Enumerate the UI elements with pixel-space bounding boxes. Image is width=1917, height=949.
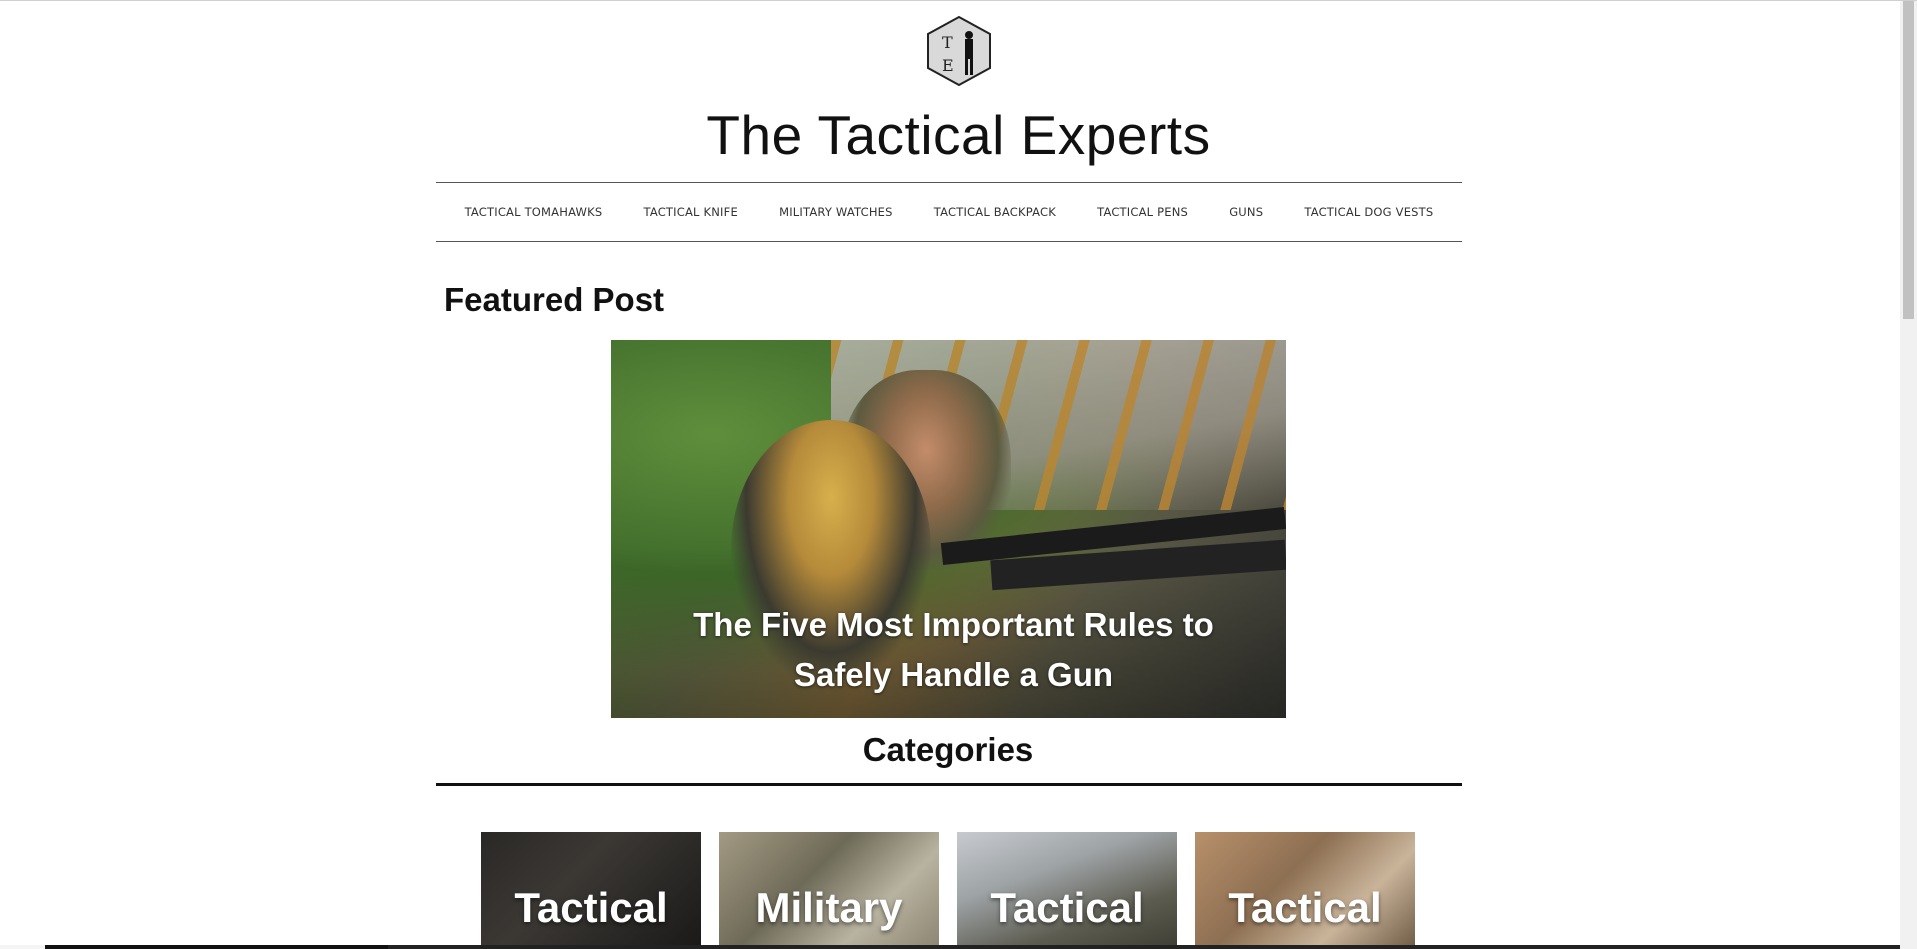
- nav-item-tactical-pens[interactable]: TACTICAL PENS: [1097, 205, 1188, 219]
- category-tile-tactical-3[interactable]: Tactical: [1195, 832, 1415, 949]
- bottom-edge-bar: [0, 945, 1900, 949]
- featured-post-card[interactable]: The Five Most Important Rules to Safely …: [611, 340, 1286, 718]
- category-tile-tactical-2[interactable]: Tactical: [957, 832, 1177, 949]
- category-tile-label: Tactical: [1228, 884, 1382, 931]
- nav-item-tactical-knife[interactable]: TACTICAL KNIFE: [644, 205, 738, 219]
- category-tile-label: Military: [755, 884, 903, 931]
- nav-item-tactical-tomahawks[interactable]: TACTICAL TOMAHAWKS: [465, 205, 603, 219]
- bottom-edge-segment: [0, 945, 45, 949]
- site-title[interactable]: The Tactical Experts: [0, 103, 1917, 167]
- site-logo[interactable]: T E: [925, 15, 993, 87]
- nav-item-military-watches[interactable]: MILITARY WATCHES: [779, 205, 893, 219]
- svg-text:E: E: [942, 56, 954, 75]
- main-nav: TACTICAL TOMAHAWKS TACTICAL KNIFE MILITA…: [436, 182, 1462, 242]
- category-tiles: Tactical Military Tactical Tactical: [481, 832, 1415, 949]
- vertical-scrollbar[interactable]: [1900, 1, 1917, 949]
- category-tile-label: Tactical: [514, 884, 668, 931]
- scrollbar-thumb[interactable]: [1903, 1, 1914, 319]
- categories-heading: Categories: [862, 731, 1034, 768]
- bottom-edge-segment: [388, 945, 1900, 949]
- category-tile-military[interactable]: Military: [719, 832, 939, 949]
- hexagon-logo-icon: T E: [927, 15, 991, 87]
- categories-divider: [436, 783, 1462, 786]
- nav-item-tactical-backpack[interactable]: TACTICAL BACKPACK: [934, 205, 1056, 219]
- nav-item-guns[interactable]: GUNS: [1229, 205, 1263, 219]
- featured-post-heading: Featured Post: [444, 281, 665, 318]
- page: T E The Tactical Experts TACTICAL TOMAHA…: [0, 0, 1917, 949]
- category-tile-label: Tactical: [990, 884, 1144, 931]
- svg-text:T: T: [942, 33, 953, 52]
- featured-post-title[interactable]: The Five Most Important Rules to Safely …: [611, 600, 1286, 700]
- category-tile-tactical-1[interactable]: Tactical: [481, 832, 701, 949]
- nav-item-tactical-dog-vests[interactable]: TACTICAL DOG VESTS: [1304, 205, 1433, 219]
